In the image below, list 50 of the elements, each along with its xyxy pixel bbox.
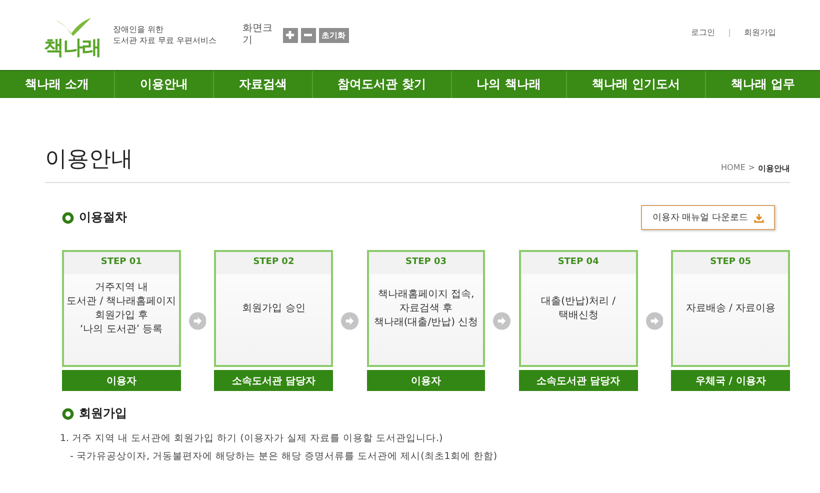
nav-item[interactable]: 참여도서관 찾기 — [312, 71, 451, 98]
plus-icon — [285, 30, 296, 40]
font-size-label: 화면크기 — [242, 23, 273, 47]
actor-label: 우체국 / 이용자 — [671, 370, 790, 391]
nav-item[interactable]: 나의 책나래 — [450, 71, 566, 98]
section-heading: 이용절차 — [79, 209, 127, 226]
header-link[interactable]: 로그인 — [691, 27, 715, 38]
tagline-text: 장애인을 위한 — [113, 24, 165, 35]
step-text: 회원가입 후 — [94, 309, 148, 323]
zoom-in-button[interactable] — [282, 28, 298, 42]
step-text: 자료배송 / 자료이용 — [686, 302, 776, 316]
actor-label: 소속도서관 담당자 — [518, 370, 638, 391]
page-title: 이용안내 — [45, 146, 133, 174]
step-text: 자료검색 후 — [399, 302, 453, 316]
step-text: 대출(반납)처리 / — [541, 295, 616, 309]
step-label: STEP 01 — [100, 257, 142, 267]
logo-text[interactable]: 책나래 — [44, 34, 101, 60]
header-link[interactable]: 회원가입 — [744, 27, 776, 38]
tagline-text: 도서관 자료 무료 우편서비스 — [113, 35, 217, 46]
step-label: STEP 04 — [558, 257, 599, 267]
section-heading: 회원가입 — [79, 405, 127, 422]
step-text: 회원가입 승인 — [242, 302, 306, 316]
bullet-icon — [62, 212, 74, 224]
breadcrumb-link[interactable]: HOME — [721, 163, 746, 174]
reset-button[interactable]: 초기화 — [318, 28, 349, 42]
step-label: STEP 05 — [710, 257, 752, 267]
zoom-out-button[interactable] — [300, 28, 316, 42]
bullet-icon — [62, 408, 74, 420]
nav-item[interactable]: 자료검색 — [212, 71, 312, 98]
nav-item[interactable]: 책나래 인기도서 — [566, 71, 705, 98]
step-text: ‘나의 도서관’ 등록 — [80, 323, 163, 337]
breadcrumb-current: 이용안내 — [758, 163, 790, 174]
nav-item[interactable]: 이용안내 — [114, 71, 213, 98]
nav-item[interactable]: 책나래 업무 — [704, 71, 820, 98]
actor-label: 이용자 — [366, 370, 486, 391]
actor-label: 이용자 — [62, 370, 181, 391]
step-text: 거주지역 내 — [94, 281, 148, 295]
breadcrumb-separator: > — [748, 163, 755, 174]
info-text: - 국가유공상이자, 거동불편자에 해당하는 분은 해당 증명서류를 도서관에 제시(최초1회에 한함) — [69, 450, 498, 463]
step-text: 택배신청 — [558, 309, 598, 323]
step-text: 책나래(대출/반납) 신청 — [374, 316, 478, 330]
step-text: 책나래홈페이지 접속, — [378, 288, 474, 302]
step-label: STEP 03 — [406, 257, 447, 267]
info-text: 1. 거주 지역 내 도서관에 회원가입 하기 (이용자가 실제 자료를 이용할 도서관입니다.) — [60, 432, 444, 445]
step-label: STEP 02 — [253, 257, 294, 267]
actor-label: 소속도서관 담당자 — [214, 370, 334, 391]
download-icon — [754, 212, 764, 222]
download-button[interactable]: 이용자 매뉴얼 다운로드 — [641, 205, 775, 230]
step-text: 도서관 / 책나래홈페이지 — [66, 295, 176, 309]
nav-item[interactable]: 책나래 소개 — [0, 71, 114, 98]
